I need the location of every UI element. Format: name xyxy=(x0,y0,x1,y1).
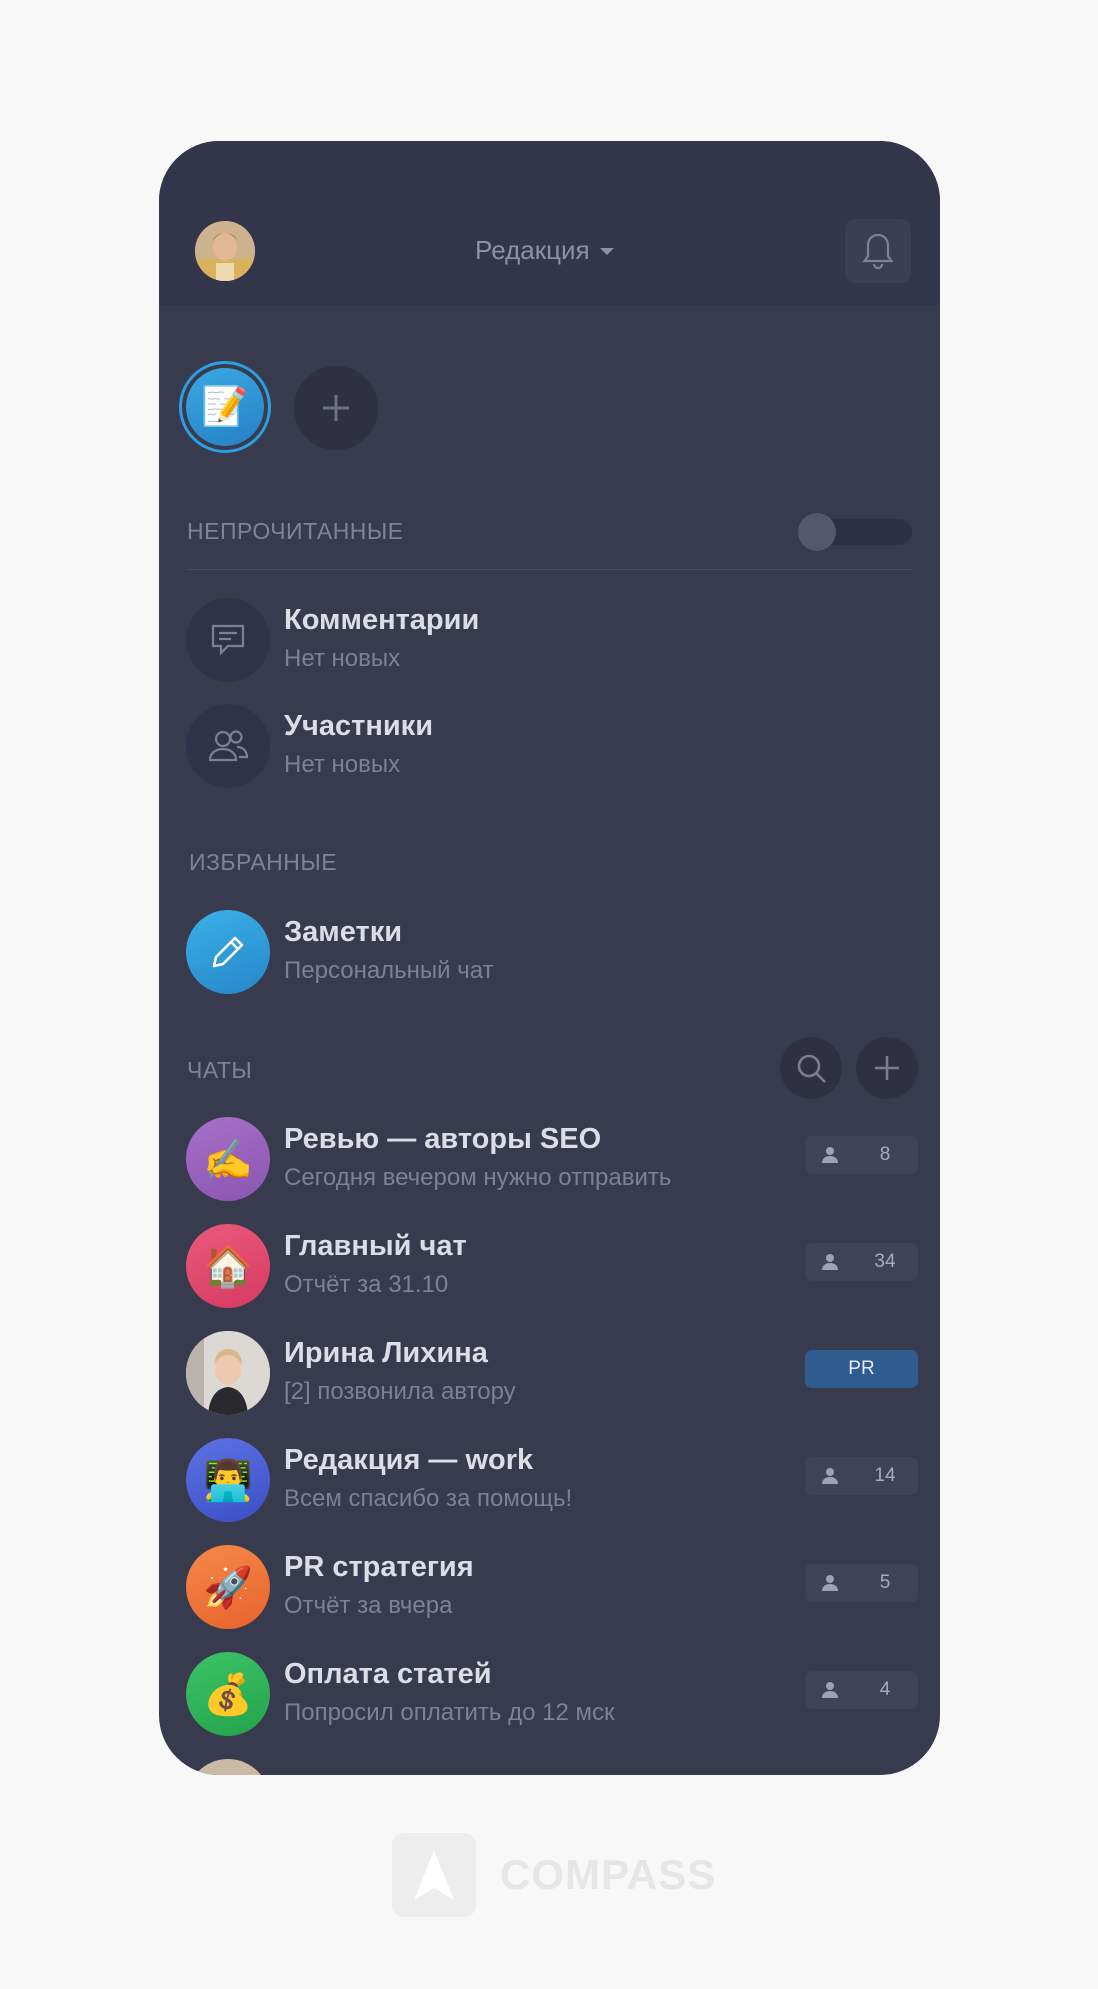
memo-emoji: 📝 xyxy=(186,368,264,446)
contact-avatar xyxy=(186,1759,270,1775)
members-badge: 14 xyxy=(805,1457,918,1495)
chat-title: Ревью — авторы SEO xyxy=(284,1123,602,1155)
members-count: 8 xyxy=(879,1144,891,1165)
person-icon xyxy=(822,1147,838,1163)
plus-icon xyxy=(323,395,349,421)
workspace-title: Редакция xyxy=(475,235,590,265)
compass-logo-icon xyxy=(392,1833,476,1917)
divider xyxy=(187,569,912,570)
members-count: 4 xyxy=(879,1679,891,1700)
chat-last-message: Сегодня вечером нужно отправить xyxy=(284,1164,672,1191)
chat-last-message: Попросил оплатить до 12 мск xyxy=(284,1699,615,1726)
app-window: Редакция 📝 НЕПРОЧИТАННЫЕ Комментарии Нет… xyxy=(159,141,940,1775)
item-title: Заметки xyxy=(284,916,403,948)
money-bag-emoji: 💰 xyxy=(186,1652,270,1736)
item-subtitle: Нет новых xyxy=(284,645,401,672)
contact-avatar xyxy=(186,1331,270,1415)
chat-title: Ирина Лихина xyxy=(284,1337,488,1369)
person-icon xyxy=(822,1468,838,1484)
members-badge: 34 xyxy=(805,1243,918,1281)
chat-title: Главный чат xyxy=(284,1230,467,1262)
person-icon xyxy=(822,1575,838,1591)
add-chat-button[interactable] xyxy=(856,1037,918,1099)
item-title: Комментарии xyxy=(284,604,480,636)
top-bar: Редакция xyxy=(159,141,940,305)
brand-logo: COMPASS xyxy=(392,1833,716,1917)
chats-section-label: ЧАТЫ xyxy=(187,1057,253,1083)
people-icon xyxy=(186,704,270,788)
members-badge: 8 xyxy=(805,1136,918,1174)
chat-title: PR стратегия xyxy=(284,1551,474,1583)
workspace-switcher[interactable]: Редакция xyxy=(475,235,614,266)
search-chats-button[interactable] xyxy=(780,1037,842,1099)
members-badge: 4 xyxy=(805,1671,918,1709)
search-icon xyxy=(797,1054,826,1083)
members-count: 34 xyxy=(874,1251,896,1272)
members-badge: 5 xyxy=(805,1564,918,1602)
toggle-knob xyxy=(798,513,836,551)
notifications-button[interactable] xyxy=(845,219,911,283)
chat-last-message: Отчёт за 31.10 xyxy=(284,1271,449,1298)
unread-section-label: НЕПРОЧИТАННЫЕ xyxy=(187,518,404,544)
caret-down-icon xyxy=(599,248,614,255)
members-count: 5 xyxy=(879,1572,891,1593)
user-avatar[interactable] xyxy=(195,221,255,281)
bell-icon xyxy=(862,233,894,270)
workspace-active[interactable]: 📝 xyxy=(179,361,271,453)
writing-hand-emoji: ✍️ xyxy=(186,1117,270,1201)
rocket-emoji: 🚀 xyxy=(186,1545,270,1629)
unread-toggle[interactable] xyxy=(798,513,912,551)
person-icon xyxy=(822,1254,838,1270)
pr-tag-badge: PR xyxy=(805,1350,918,1388)
chat-title: Редакция — work xyxy=(284,1444,534,1476)
item-subtitle: Нет новых xyxy=(284,751,401,778)
pencil-icon xyxy=(186,910,270,994)
comment-icon xyxy=(186,598,270,682)
chat-last-message: Всем спасибо за помощь! xyxy=(284,1485,573,1512)
person-icon xyxy=(822,1682,838,1698)
members-count: 14 xyxy=(874,1465,896,1486)
chat-last-message: [2] позвонила автору xyxy=(284,1378,516,1405)
chat-item-partial[interactable] xyxy=(186,1759,926,1775)
chat-title: Оплата статей xyxy=(284,1658,492,1690)
favorites-section-label: ИЗБРАННЫЕ xyxy=(189,849,338,875)
list-item-comments[interactable]: Комментарии Нет новых xyxy=(186,598,926,688)
list-item-members[interactable]: Участники Нет новых xyxy=(186,704,926,794)
list-item-notes[interactable]: Заметки Персональный чат xyxy=(186,910,926,1000)
plus-icon xyxy=(875,1056,899,1080)
brand-name: COMPASS xyxy=(500,1851,717,1898)
item-subtitle: Персональный чат xyxy=(284,957,494,984)
add-workspace-button[interactable] xyxy=(294,366,378,450)
item-title: Участники xyxy=(284,710,434,742)
chat-last-message: Отчёт за вчера xyxy=(284,1592,453,1619)
house-emoji: 🏠 xyxy=(186,1224,270,1308)
technologist-emoji: 👨‍💻 xyxy=(186,1438,270,1522)
